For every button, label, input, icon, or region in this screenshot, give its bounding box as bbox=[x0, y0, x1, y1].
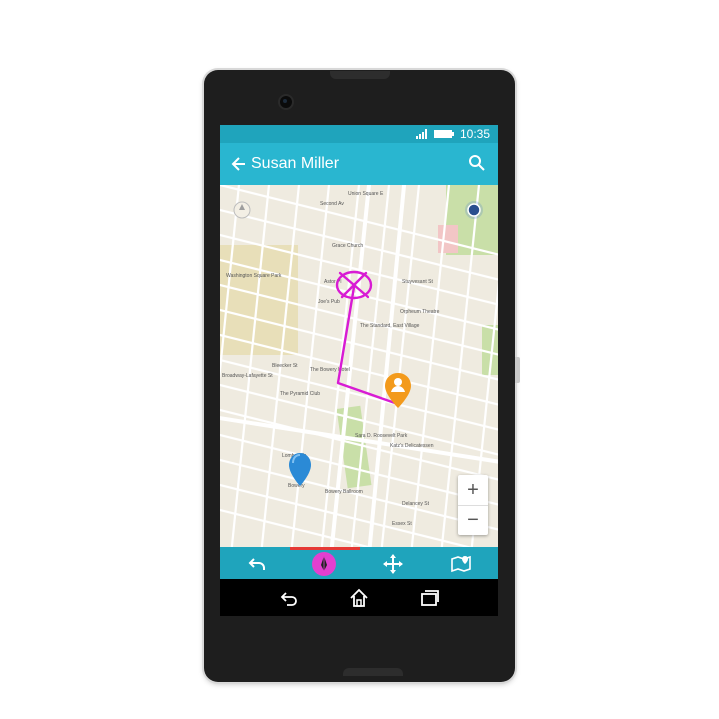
map-label: Orpheum Theatre bbox=[400, 309, 440, 315]
back-icon[interactable] bbox=[278, 587, 300, 609]
move-icon bbox=[383, 554, 403, 574]
hospital-area bbox=[438, 225, 458, 253]
map-label: Bowery bbox=[288, 483, 305, 489]
map-label: Joe's Pub bbox=[318, 299, 340, 305]
map-pin-icon bbox=[451, 555, 471, 573]
zoom-in-button[interactable]: + bbox=[458, 475, 488, 506]
battery-icon bbox=[434, 130, 454, 138]
map-label: Sara D. Roosevelt Park bbox=[355, 433, 408, 439]
front-camera bbox=[280, 96, 292, 108]
top-speaker bbox=[330, 71, 390, 79]
app-bar: Susan Miller bbox=[220, 143, 498, 185]
map-label: Delancey St bbox=[402, 501, 430, 507]
map-view[interactable]: Washington Square Park Bowery Ballroom K… bbox=[220, 185, 498, 547]
search-icon[interactable] bbox=[468, 154, 486, 172]
map-pin-tool-button[interactable] bbox=[448, 551, 474, 577]
map-label: Grace Church bbox=[332, 243, 363, 249]
system-nav-bar bbox=[220, 579, 498, 616]
map-label: Katz's Delicatessen bbox=[390, 443, 434, 449]
map-label: The Standard, East Village bbox=[360, 323, 420, 329]
status-time: 10:35 bbox=[459, 127, 490, 141]
pen-icon bbox=[312, 552, 336, 576]
drawing-toolbar bbox=[220, 547, 498, 579]
signal-icon bbox=[416, 129, 427, 139]
zoom-controls: + − bbox=[458, 475, 488, 535]
map-label: Bowery Ballroom bbox=[325, 489, 363, 495]
compass-icon[interactable] bbox=[233, 201, 251, 219]
bottom-speaker bbox=[343, 668, 403, 676]
map-label: Stuyvesant St bbox=[402, 279, 433, 285]
my-location-icon[interactable] bbox=[465, 201, 483, 219]
map-label: Washington Square Park bbox=[226, 273, 282, 279]
recent-apps-icon[interactable] bbox=[419, 587, 441, 609]
map-label: Bleecker St bbox=[272, 363, 298, 369]
page-title: Susan Miller bbox=[251, 155, 340, 172]
home-icon[interactable] bbox=[348, 587, 370, 609]
status-bar: 10:35 bbox=[220, 125, 498, 143]
undo-icon bbox=[248, 558, 265, 570]
side-button bbox=[515, 357, 520, 383]
map-label: Broadway-Lafayette St bbox=[222, 373, 273, 379]
move-tool-button[interactable] bbox=[380, 551, 406, 577]
undo-button[interactable] bbox=[244, 551, 270, 577]
pen-tool-button[interactable] bbox=[311, 551, 337, 577]
map-label: Essex St bbox=[392, 521, 412, 527]
map-label: Union Square E bbox=[348, 191, 384, 197]
map-label: The Pyramid Club bbox=[280, 391, 320, 397]
zoom-out-button[interactable]: − bbox=[458, 505, 488, 535]
map-label: Second Av bbox=[320, 201, 344, 207]
map-canvas[interactable]: Washington Square Park Bowery Ballroom K… bbox=[220, 185, 498, 547]
back-arrow-icon[interactable] bbox=[230, 155, 248, 173]
map-label: The Bowery Hotel bbox=[310, 367, 350, 373]
screen: 10:35 Susan Miller Washington Square Par… bbox=[220, 125, 498, 616]
active-tool-indicator bbox=[290, 547, 360, 550]
